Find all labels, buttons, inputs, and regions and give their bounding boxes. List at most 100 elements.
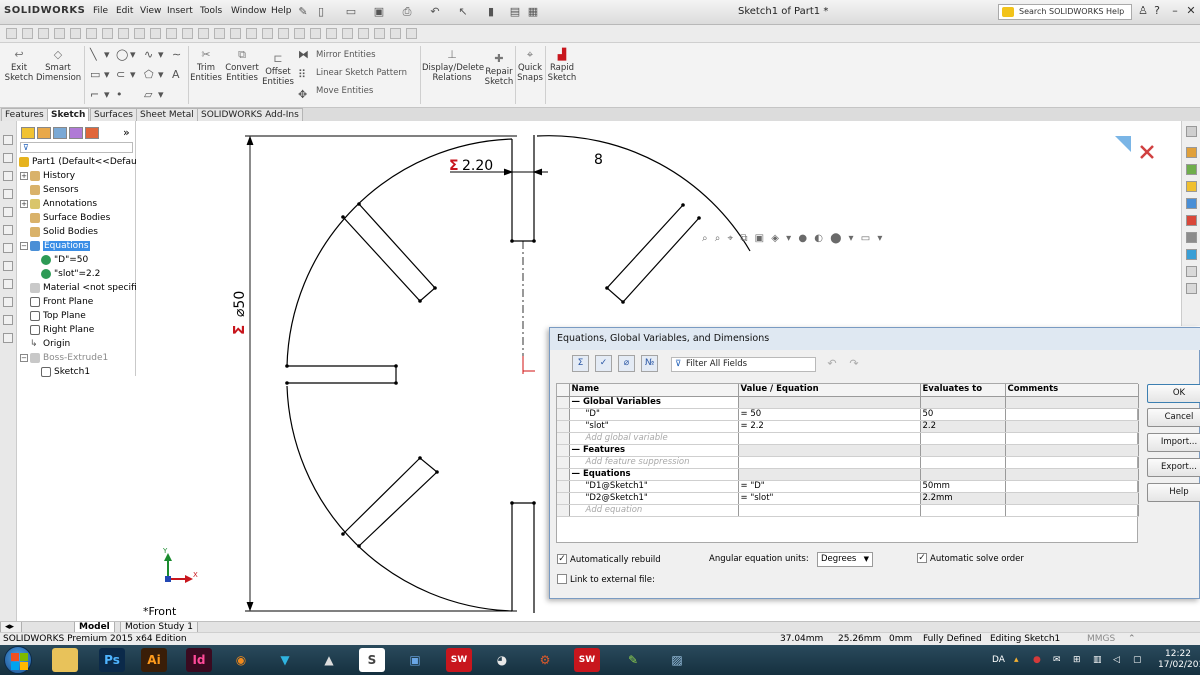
convert-entities-button[interactable]: ⧉ Convert Entities	[224, 47, 260, 84]
eq-value[interactable]: = "slot"	[738, 492, 921, 505]
auto-solve-order-checkbox[interactable]: ✓	[917, 553, 927, 563]
strip-icon[interactable]	[3, 333, 13, 343]
photo-viewer-taskbar-icon[interactable]: ▨	[664, 648, 690, 672]
tree-node-history[interactable]: + History	[20, 170, 75, 182]
move-entities-button[interactable]: Move Entities	[316, 86, 373, 96]
toolbar-icon[interactable]	[246, 28, 257, 39]
dimxpert-tab-icon[interactable]	[69, 127, 83, 139]
diameter-dimension-text[interactable]: Σ ⌀50	[230, 291, 248, 335]
toolbar-icon[interactable]	[166, 28, 177, 39]
illustrator-taskbar-icon[interactable]: Ai	[141, 648, 167, 672]
add-equation-placeholder[interactable]: Add equation	[569, 504, 739, 517]
virtualbox-taskbar-icon[interactable]: ▣	[402, 648, 428, 672]
auto-rebuild-checkbox[interactable]: ✓	[557, 554, 567, 564]
strip-icon[interactable]	[3, 207, 13, 217]
text-icon[interactable]: A	[172, 68, 180, 81]
tree-node-top-plane[interactable]: Top Plane	[30, 310, 86, 322]
photoshop-taskbar-icon[interactable]: Ps	[99, 648, 125, 672]
col-evaluates[interactable]: Evaluates to	[920, 384, 1006, 397]
start-button[interactable]	[4, 646, 32, 674]
help-icon[interactable]: ?	[1150, 4, 1164, 18]
menu-insert[interactable]: Insert	[167, 6, 193, 16]
trim-entities-button[interactable]: ✂ Trim Entities	[190, 47, 222, 84]
quick-snaps-button[interactable]: ⌖ Quick Snaps	[516, 47, 544, 84]
tab-surfaces[interactable]: Surfaces	[90, 108, 137, 121]
menu-edit[interactable]: Edit	[116, 6, 133, 16]
help-button[interactable]: Help	[1147, 483, 1200, 502]
slot-icon[interactable]: ⊂	[116, 68, 125, 81]
offset-entities-button[interactable]: ⊏ Offset Entities	[262, 51, 294, 88]
table-row[interactable]: "D1@Sketch1" = "D" 50mm	[557, 480, 1139, 493]
expand-tabs-icon[interactable]: »	[123, 126, 130, 139]
folder-icon[interactable]	[1186, 181, 1197, 192]
display-delete-relations-button[interactable]: ⊥ Display/Delete Relations	[422, 47, 484, 84]
app-taskbar-icon[interactable]: ▼	[272, 648, 298, 672]
strip-icon[interactable]	[3, 243, 13, 253]
toolbar-icon[interactable]	[406, 28, 417, 39]
blender-taskbar-icon[interactable]: ◉	[228, 648, 254, 672]
minimize-icon[interactable]: –	[1168, 4, 1182, 18]
dropdown-icon[interactable]: ▾	[104, 68, 110, 81]
plane-icon[interactable]: ▱	[144, 88, 152, 101]
toolbar-icon[interactable]	[342, 28, 353, 39]
dropdown-icon[interactable]: ▾	[104, 48, 110, 61]
undo-icon[interactable]: ↶	[825, 357, 839, 371]
heads-up-view-toolbar[interactable]: ⌕ ⌕ ⌖ ⧉ ▣ ◈ ▾ ● ◐ ⬤ ▾ ▭ ▾	[702, 233, 884, 245]
dropdown-icon[interactable]: ▾	[158, 88, 164, 101]
group-global-variables[interactable]: — Global Variables	[557, 396, 1139, 409]
tray-icon[interactable]: ▴	[1014, 655, 1019, 665]
tree-node-front-plane[interactable]: Front Plane	[30, 296, 93, 308]
file-explorer-icon[interactable]	[1186, 164, 1197, 175]
appearances-icon[interactable]	[1186, 215, 1197, 226]
status-units[interactable]: MMGS	[1087, 633, 1115, 645]
tree-node-sketch1[interactable]: Sketch1	[41, 366, 90, 378]
resources-icon[interactable]	[1186, 126, 1197, 137]
tree-node-surface-bodies[interactable]: Surface Bodies	[30, 212, 110, 224]
toolbar-icon[interactable]	[278, 28, 289, 39]
toolbar-icon[interactable]	[150, 28, 161, 39]
add-equation-row[interactable]: Add equation	[557, 504, 1139, 517]
var-name[interactable]: "D"	[569, 408, 739, 421]
eq-name[interactable]: "D2@Sketch1"	[569, 492, 739, 505]
strip-icon[interactable]	[3, 189, 13, 199]
slack-taskbar-icon[interactable]: S	[359, 648, 385, 672]
dropdown-icon[interactable]: ▾	[158, 68, 164, 81]
export-button[interactable]: Export...	[1147, 458, 1200, 477]
strip-icon[interactable]	[3, 225, 13, 235]
status-expand-icon[interactable]: ⌃	[1128, 633, 1136, 645]
toolbar-icon[interactable]	[214, 28, 225, 39]
toolbar-icon[interactable]	[182, 28, 193, 39]
tree-node-sensors[interactable]: Sensors	[30, 184, 79, 196]
tree-node-eq-slot[interactable]: "slot"=2.2	[41, 268, 100, 280]
tree-node-boss-extrude[interactable]: − Boss-Extrude1	[20, 352, 108, 364]
account-icon[interactable]: ♙	[1136, 4, 1150, 18]
menu-view[interactable]: View	[140, 6, 161, 16]
repair-sketch-button[interactable]: ✚ Repair Sketch	[484, 51, 514, 88]
toolbar-icon[interactable]	[262, 28, 273, 39]
toolbar-icon[interactable]	[134, 28, 145, 39]
menu-tools[interactable]: Tools	[200, 6, 222, 16]
table-row[interactable]: "D" = 50 50	[557, 408, 1139, 421]
menu-window[interactable]: Window	[231, 6, 267, 16]
tree-node-origin[interactable]: ↳ Origin	[30, 338, 70, 350]
tab-sheet-metal[interactable]: Sheet Metal	[136, 108, 198, 121]
dropdown-icon[interactable]: ▾	[130, 48, 136, 61]
inkscape-taskbar-icon[interactable]: ▲	[316, 648, 342, 672]
tray-icon[interactable]: ●	[1033, 655, 1041, 665]
toolbar-icon[interactable]	[38, 28, 49, 39]
custom-properties-icon[interactable]	[1186, 232, 1197, 243]
circle-icon[interactable]: ◯	[116, 48, 128, 61]
property-manager-tab-icon[interactable]	[37, 127, 51, 139]
pane-icon[interactable]	[1186, 283, 1197, 294]
table-row[interactable]: "D2@Sketch1" = "slot" 2.2mm	[557, 492, 1139, 505]
col-comments[interactable]: Comments	[1005, 384, 1139, 397]
filter-all-fields-input[interactable]: ⊽ Filter All Fields	[671, 357, 816, 372]
col-name[interactable]: Name	[569, 384, 739, 397]
strip-icon[interactable]	[3, 279, 13, 289]
solidworks-taskbar-icon[interactable]: SW	[446, 648, 472, 672]
tray-icon[interactable]: ✉	[1053, 655, 1061, 665]
tree-node-equations[interactable]: − Equations	[20, 240, 90, 252]
toolbar-icon[interactable]	[326, 28, 337, 39]
ok-button[interactable]: OK	[1147, 384, 1200, 403]
toolbar-icon[interactable]	[390, 28, 401, 39]
